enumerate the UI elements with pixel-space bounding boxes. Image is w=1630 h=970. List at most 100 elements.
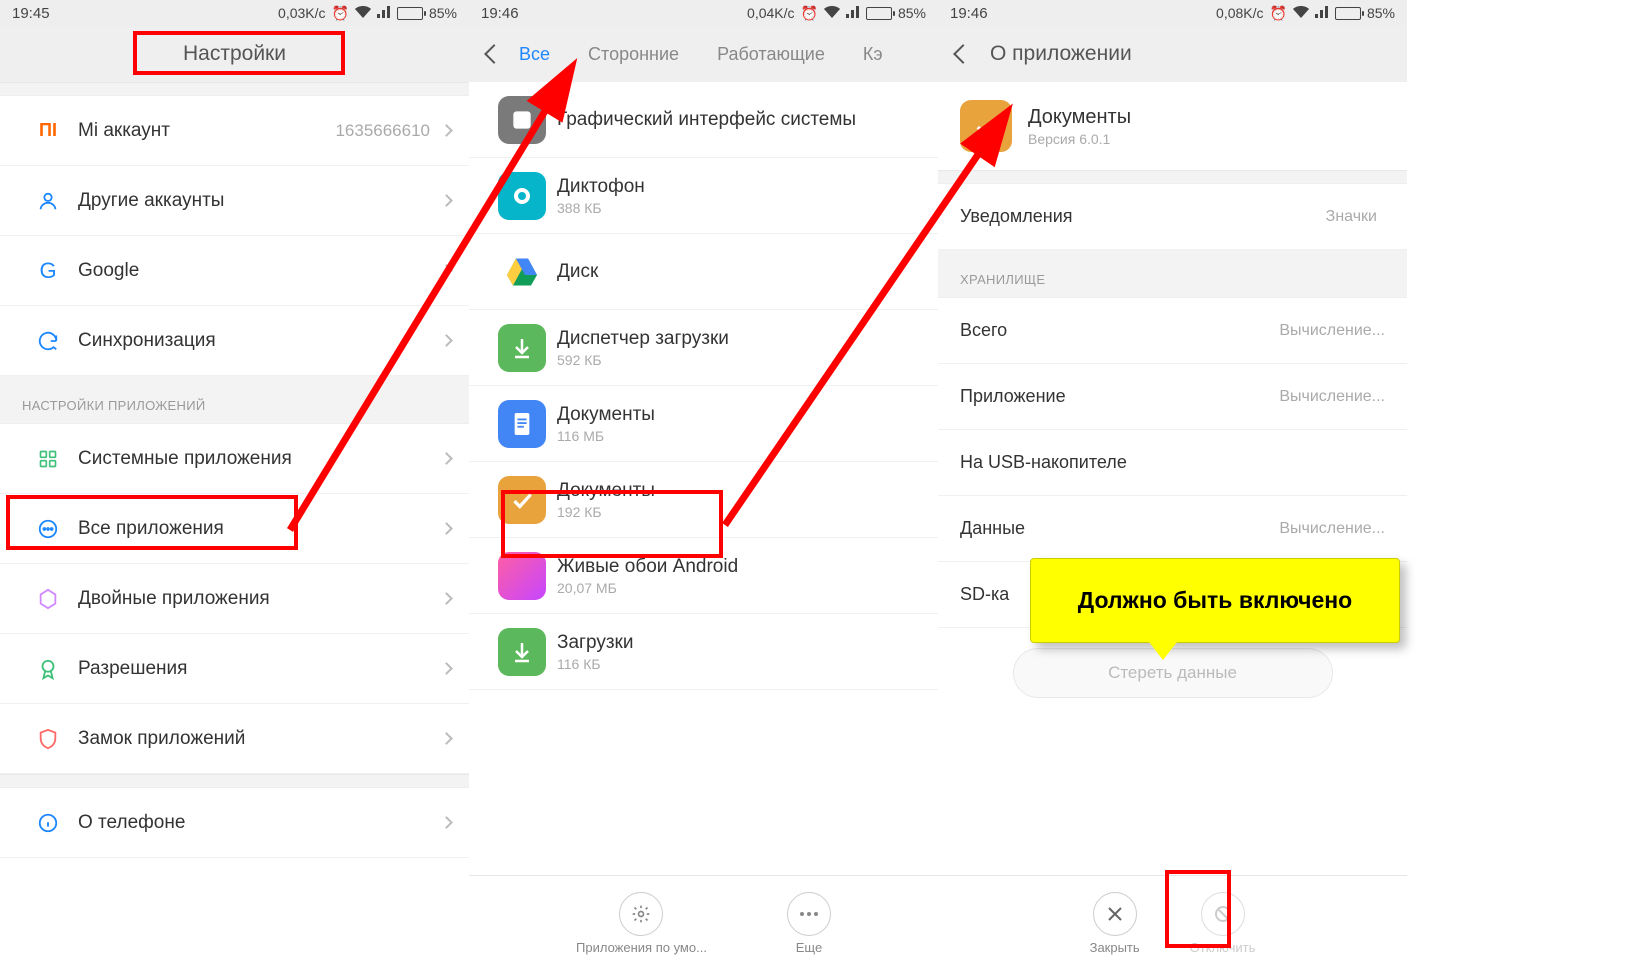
row-value: 1635666610 bbox=[335, 121, 430, 141]
tab-running[interactable]: Работающие bbox=[717, 44, 825, 65]
app-size: 192 КБ bbox=[557, 504, 920, 520]
back-icon[interactable] bbox=[484, 44, 504, 64]
chevron-right-icon bbox=[440, 592, 453, 605]
screen-settings: 19:45 0,03K/c ⏰ 85% Настройки ΠΙ Mi акка… bbox=[0, 0, 469, 970]
signal-icon bbox=[377, 5, 391, 21]
section-label: НАСТРОЙКИ ПРИЛОЖЕНИЙ bbox=[0, 376, 469, 424]
app-row-docs-google[interactable]: Документы 116 МБ bbox=[469, 386, 938, 462]
app-name: Документы bbox=[557, 480, 920, 502]
app-row-recorder[interactable]: Диктофон388 КБ bbox=[469, 158, 938, 234]
battery-icon bbox=[397, 7, 423, 20]
row-label: Mi аккаунт bbox=[78, 120, 335, 142]
title-bar: О приложении bbox=[938, 26, 1407, 82]
app-row-live-wallpaper[interactable]: Живые обои Android20,07 МБ bbox=[469, 538, 938, 614]
row-value: Вычисление... bbox=[1279, 388, 1385, 406]
app-name: Живые обои Android bbox=[557, 556, 920, 578]
app-name: Диспетчер загрузки bbox=[557, 328, 920, 350]
row-all-apps[interactable]: Все приложения bbox=[0, 494, 469, 564]
app-row-downloads[interactable]: Загрузки116 КБ bbox=[469, 614, 938, 690]
button-label: Стереть данные bbox=[1108, 663, 1237, 683]
more-button[interactable]: Еще bbox=[787, 892, 831, 955]
app-icon bbox=[498, 96, 546, 144]
app-icon bbox=[960, 100, 1012, 152]
tab-third-party[interactable]: Сторонние bbox=[588, 44, 679, 65]
app-icon bbox=[498, 324, 546, 372]
app-version: Версия 6.0.1 bbox=[1028, 131, 1131, 147]
row-app-lock[interactable]: Замок приложений bbox=[0, 704, 469, 774]
back-icon[interactable] bbox=[953, 44, 973, 64]
row-label: Разрешения bbox=[78, 658, 436, 680]
tab-all[interactable]: Все bbox=[519, 44, 550, 65]
row-label: Синхронизация bbox=[78, 330, 436, 352]
row-label: Другие аккаунты bbox=[78, 190, 436, 212]
chevron-right-icon bbox=[440, 452, 453, 465]
status-speed: 0,03K/c bbox=[278, 5, 325, 21]
app-row-drive[interactable]: Диск bbox=[469, 234, 938, 310]
wifi-icon bbox=[1293, 5, 1309, 21]
app-size: 116 МБ bbox=[557, 428, 920, 444]
row-dual-apps[interactable]: Двойные приложения bbox=[0, 564, 469, 634]
title-bar: Настройки bbox=[0, 26, 469, 82]
mi-icon: ΠΙ bbox=[35, 118, 61, 144]
app-row-download-manager[interactable]: Диспетчер загрузки 592 КБ bbox=[469, 310, 938, 386]
app-size: 388 КБ bbox=[557, 200, 920, 216]
section-label: ХРАНИЛИЩЕ bbox=[938, 250, 1407, 298]
info-icon bbox=[35, 810, 61, 836]
button-label: Приложения по умо... bbox=[576, 940, 707, 955]
row-permissions[interactable]: Разрешения bbox=[0, 634, 469, 704]
app-icon bbox=[498, 476, 546, 524]
chevron-right-icon bbox=[440, 334, 453, 347]
row-sync[interactable]: Синхронизация bbox=[0, 306, 469, 376]
row-value: Значки bbox=[1326, 208, 1377, 226]
button-label: Отключить bbox=[1190, 940, 1256, 955]
row-label: Замок приложений bbox=[78, 728, 436, 750]
bottom-bar: Закрыть Отключить bbox=[938, 875, 1407, 970]
status-battery: 85% bbox=[429, 5, 457, 21]
chevron-right-icon bbox=[440, 522, 453, 535]
status-time: 19:46 bbox=[481, 5, 519, 22]
grid-icon bbox=[35, 446, 61, 472]
wifi-icon bbox=[824, 5, 840, 21]
alarm-icon: ⏰ bbox=[1270, 5, 1287, 22]
row-label: На USB-накопителе bbox=[960, 452, 1127, 473]
row-other-accounts[interactable]: Другие аккаунты bbox=[0, 166, 469, 236]
row-google[interactable]: G Google bbox=[0, 236, 469, 306]
chevron-right-icon bbox=[440, 662, 453, 675]
google-icon: G bbox=[35, 258, 61, 284]
callout-tooltip: Должно быть включено bbox=[1030, 558, 1400, 643]
app-row-docs-miui[interactable]: Документы 192 КБ bbox=[469, 462, 938, 538]
status-battery: 85% bbox=[898, 5, 926, 21]
app-name: Графический интерфейс системы bbox=[557, 109, 920, 131]
app-icon bbox=[498, 400, 546, 448]
chevron-right-icon bbox=[440, 194, 453, 207]
app-row-system-ui[interactable]: Графический интерфейс системы bbox=[469, 82, 938, 158]
row-storage-total: Всего Вычисление... bbox=[938, 298, 1407, 364]
status-battery: 85% bbox=[1367, 5, 1395, 21]
app-size: 592 КБ bbox=[557, 352, 920, 368]
row-label: Системные приложения bbox=[78, 448, 436, 470]
status-speed: 0,04K/c bbox=[747, 5, 794, 21]
tab-cached[interactable]: Кэ bbox=[863, 44, 883, 65]
app-icon bbox=[498, 628, 546, 676]
chevron-right-icon bbox=[440, 732, 453, 745]
app-size: 116 КБ bbox=[557, 656, 920, 672]
row-value: Вычисление... bbox=[1279, 520, 1385, 538]
row-mi-account[interactable]: ΠΙ Mi аккаунт 1635666610 bbox=[0, 96, 469, 166]
wifi-icon bbox=[355, 5, 371, 21]
status-speed: 0,08K/c bbox=[1216, 5, 1263, 21]
shield-icon bbox=[35, 726, 61, 752]
row-label: Google bbox=[78, 260, 436, 282]
app-header: Документы Версия 6.0.1 bbox=[938, 82, 1407, 170]
app-icon bbox=[498, 552, 546, 600]
default-apps-button[interactable]: Приложения по умо... bbox=[576, 892, 707, 955]
row-notifications[interactable]: Уведомления Значки bbox=[938, 184, 1407, 250]
disable-button[interactable]: Отключить bbox=[1190, 892, 1256, 955]
app-name: Документы bbox=[557, 404, 920, 426]
row-about-phone[interactable]: О телефоне bbox=[0, 788, 469, 858]
row-label: Всего bbox=[960, 320, 1007, 341]
button-label: Еще bbox=[796, 940, 822, 955]
signal-icon bbox=[846, 5, 860, 21]
status-bar: 19:46 0,04K/c ⏰ 85% bbox=[469, 0, 938, 26]
close-button[interactable]: Закрыть bbox=[1090, 892, 1140, 955]
row-system-apps[interactable]: Системные приложения bbox=[0, 424, 469, 494]
